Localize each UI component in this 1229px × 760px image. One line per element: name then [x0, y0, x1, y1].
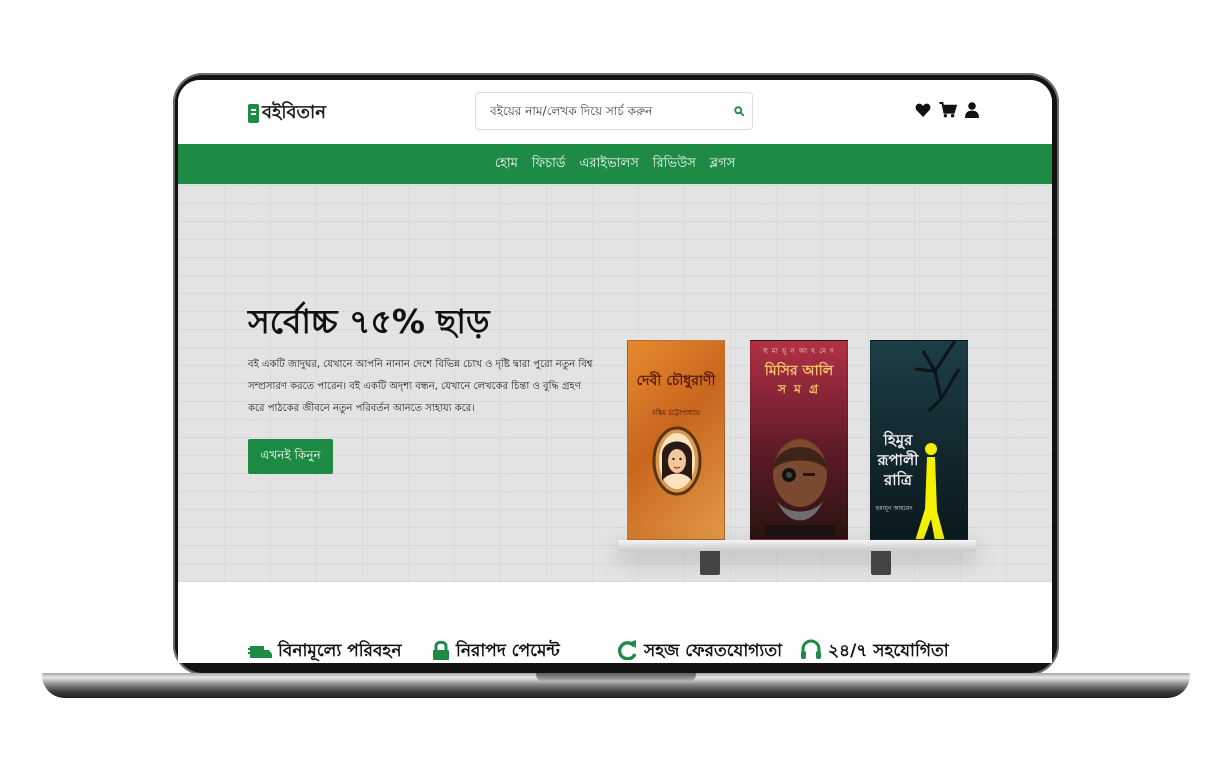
man-portrait-illustration — [765, 439, 835, 539]
search-icon[interactable] — [734, 106, 744, 116]
feature-free-shipping: বিনামূল্যে পরিবহন — [248, 638, 401, 663]
main-nav: হোম ফিচার্ড এরাইভালস রিভিউস ব্লগস — [178, 144, 1052, 184]
header-actions — [915, 102, 979, 118]
book-author: বঙ্কিম চট্টোপাধ্যায় — [651, 409, 701, 417]
nav-home[interactable]: হোম — [495, 154, 518, 175]
nav-arrivals[interactable]: এরাইভালস — [579, 154, 638, 175]
site-header: বইবিতান — [178, 80, 1052, 144]
feature-label: ২৪/৭ সহযোগিতা — [828, 641, 949, 661]
book-title-line3: রাত্রি — [884, 471, 912, 489]
nav-featured[interactable]: ফিচার্ড — [532, 154, 566, 175]
portrait-illustration — [652, 426, 702, 496]
book-cover-himur-rupali-ratri[interactable]: হিমুর রূপালী রাত্রি হুমায়ূন আহমেদ — [870, 340, 968, 540]
book-title-line2: স ম গ্র — [778, 382, 820, 396]
brand-name: বইবিতান — [262, 102, 327, 123]
feature-support: ২৪/৭ সহযোগিতা — [800, 638, 949, 663]
truck-icon — [248, 646, 272, 658]
hero-description: বই একটি জাদুঘর, যেখানে আপনি নানান দেশে ব… — [248, 359, 593, 414]
book-author: হুমায়ূন আহমেদ — [875, 505, 913, 512]
book-cover-debi-chowdhurani[interactable]: দেবী চৌধুরাণী বঙ্কিম চট্টোপাধ্যায় — [627, 340, 725, 540]
book-cover-misir-ali-samagra[interactable]: হু মা য়ূ ন আ হ মে দ মিসির আলি স ম গ্র — [750, 340, 848, 540]
feature-label: সহজ ফেরতযোগ্যতা — [644, 641, 783, 661]
book-title: দেবী চৌধুরাণী — [636, 373, 716, 389]
cart-icon[interactable] — [939, 102, 957, 118]
book-title-line1: মিসির আলি — [764, 363, 834, 379]
features-strip: বিনামূল্যে পরিবহন নিরাপদ পেমেন্ট সহজ ফের… — [178, 582, 1052, 663]
shelf-bracket — [700, 551, 720, 575]
brand-logo[interactable]: বইবিতান — [248, 98, 326, 129]
heart-icon[interactable] — [915, 102, 931, 118]
book-author: হু মা য়ূ ন আ হ মে দ — [763, 347, 835, 355]
nav-blogs[interactable]: ব্লগস — [710, 154, 735, 175]
user-icon[interactable] — [965, 102, 979, 118]
feature-easy-returns: সহজ ফেরতযোগ্যতা — [616, 638, 782, 663]
book-shelf: দেবী চৌধুরাণী বঙ্কিম চট্টোপাধ্যায় হু মা… — [618, 316, 978, 576]
shelf-bracket — [871, 551, 891, 575]
hero-banner: সর্বোচ্চ ৭৫% ছাড় বই একটি জাদুঘর, যেখানে… — [178, 184, 1052, 582]
feature-label: নিরাপদ পেমেন্ট — [456, 641, 560, 661]
feature-label: বিনামূল্যে পরিবহন — [278, 641, 402, 661]
lock-icon — [433, 640, 449, 660]
hero-title: সর্বোচ্চ ৭৫% ছাড় — [248, 302, 490, 341]
headset-icon — [801, 639, 821, 659]
laptop-screen: বইবিতান হোম ফি — [178, 80, 1052, 663]
nav-reviews[interactable]: রিভিউস — [653, 154, 696, 175]
redo-icon — [618, 640, 637, 660]
laptop-hinge-notch — [536, 673, 696, 682]
shelf-board — [618, 540, 976, 551]
book-icon — [248, 104, 259, 123]
feature-secure-payment: নিরাপদ পেমেন্ট — [432, 638, 560, 663]
search-input[interactable] — [488, 103, 722, 119]
buy-now-button[interactable]: এখনই কিনুন — [248, 439, 333, 474]
search-bar — [475, 92, 753, 130]
